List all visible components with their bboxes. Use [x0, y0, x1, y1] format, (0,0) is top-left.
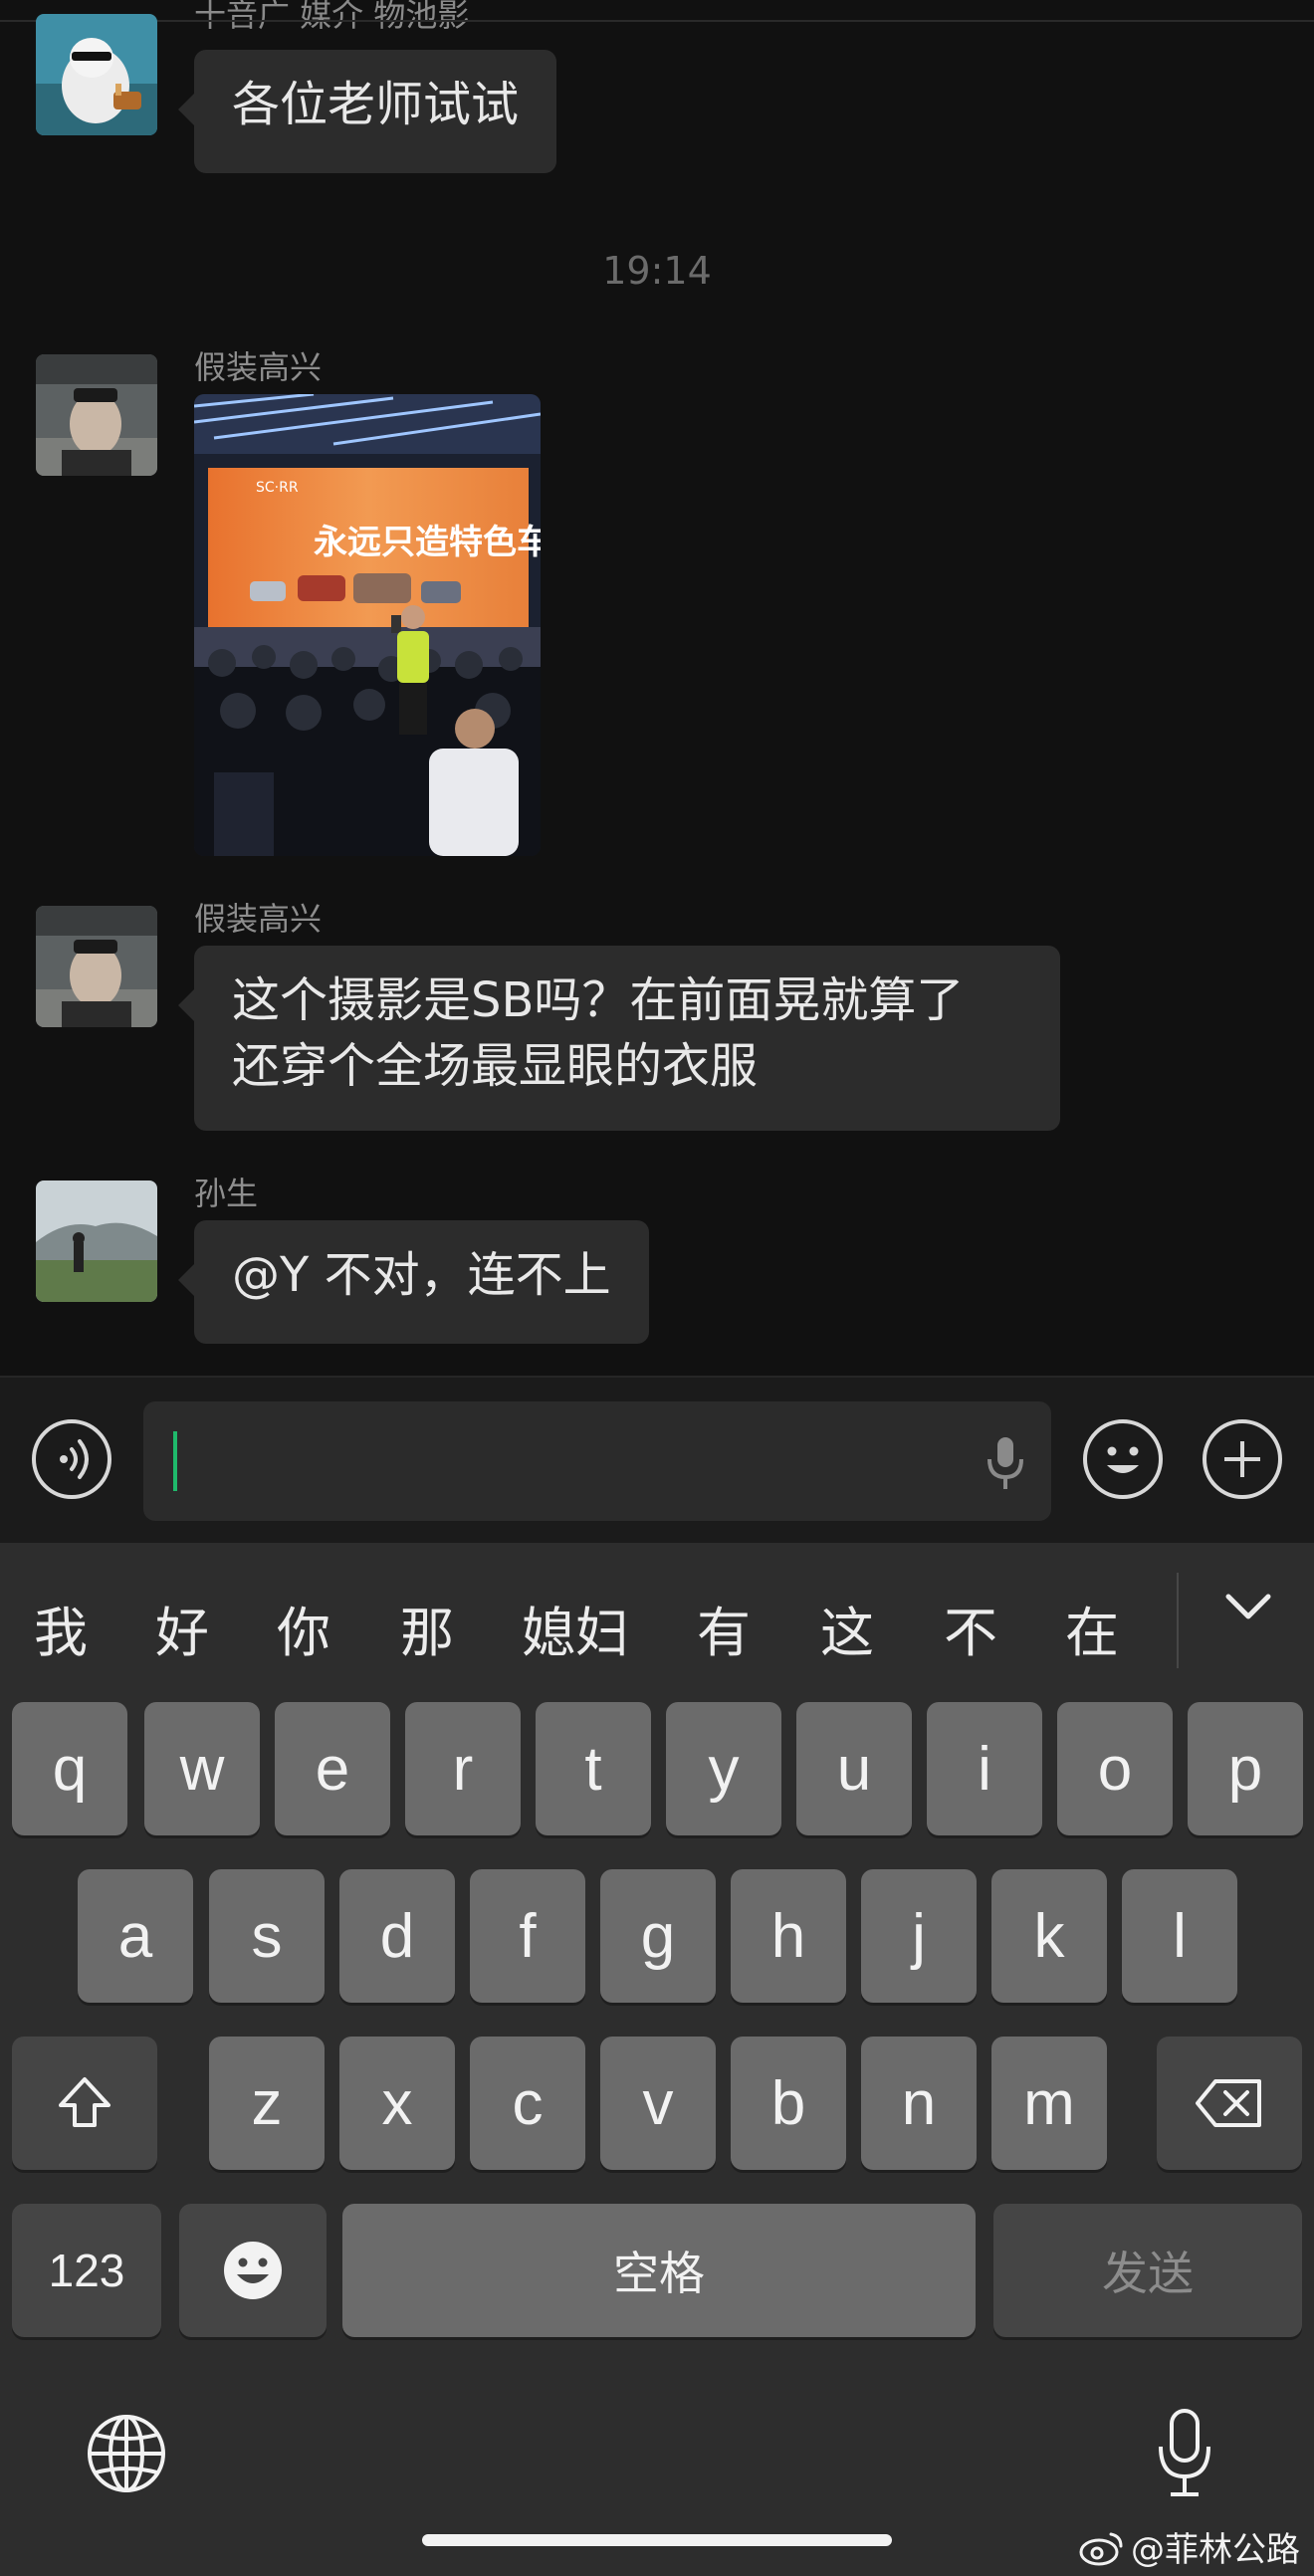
- candidate-word[interactable]: 那: [400, 1589, 454, 1667]
- message-bubble[interactable]: 这个摄影是SB吗？在前面晃就算了 还穿个全场最显眼的衣服: [178, 946, 1060, 1131]
- keyboard: 我 好 你 那 媳妇 有 这 不 在 q w e r t y u i o p a…: [0, 1543, 1314, 2576]
- key-j[interactable]: j: [861, 1869, 977, 2003]
- key-c[interactable]: c: [470, 2037, 585, 2170]
- weibo-icon: [1079, 2532, 1123, 2565]
- numbers-key[interactable]: 123: [12, 2204, 161, 2337]
- key-g[interactable]: g: [600, 1869, 716, 2003]
- key-o[interactable]: o: [1057, 1702, 1173, 1835]
- key-p[interactable]: p: [1188, 1702, 1303, 1835]
- avatar[interactable]: [36, 906, 157, 1027]
- photo-logo: SC·RR: [256, 480, 299, 496]
- key-r[interactable]: r: [405, 1702, 521, 1835]
- candidate-word[interactable]: 好: [155, 1589, 209, 1667]
- key-b[interactable]: b: [731, 2037, 846, 2170]
- key-m[interactable]: m: [991, 2037, 1107, 2170]
- key-k[interactable]: k: [991, 1869, 1107, 2003]
- key-f[interactable]: f: [470, 1869, 585, 2003]
- sender-name: 假装高兴: [194, 348, 323, 386]
- message-bubble[interactable]: @Y 不对，连不上: [178, 1220, 649, 1344]
- candidate-word[interactable]: 有: [697, 1589, 751, 1667]
- avatar[interactable]: [36, 1181, 157, 1302]
- send-key[interactable]: 发送: [993, 2204, 1302, 2337]
- key-v[interactable]: v: [600, 2037, 716, 2170]
- home-indicator[interactable]: [422, 2534, 892, 2546]
- timestamp: 19:14: [602, 249, 712, 293]
- input-bar: [0, 1376, 1314, 1545]
- key-e[interactable]: e: [275, 1702, 390, 1835]
- avatar[interactable]: [36, 14, 157, 135]
- candidate-word[interactable]: 不: [944, 1589, 997, 1667]
- chat-area[interactable]: 十音广 媒介 物池影 各位老师试试 19:14 假装高兴 SC·RR 永远只造特…: [0, 0, 1314, 1376]
- voice-mode-icon[interactable]: [32, 1419, 111, 1499]
- key-n[interactable]: n: [861, 2037, 977, 2170]
- text-cursor: [173, 1431, 177, 1491]
- message-input[interactable]: [143, 1401, 1051, 1521]
- key-t[interactable]: t: [536, 1702, 651, 1835]
- image-message[interactable]: SC·RR 永远只造特色车: [194, 394, 541, 856]
- globe-icon[interactable]: [86, 2413, 167, 2494]
- microphone-icon[interactable]: [986, 1435, 1025, 1491]
- emoji-icon[interactable]: [1083, 1419, 1163, 1499]
- backspace-icon: [1196, 2079, 1261, 2127]
- key-a[interactable]: a: [78, 1869, 193, 2003]
- candidate-divider: [1177, 1573, 1179, 1668]
- message-bubble[interactable]: 各位老师试试: [177, 50, 557, 173]
- candidate-word[interactable]: 这: [820, 1589, 874, 1667]
- key-i[interactable]: i: [927, 1702, 1042, 1835]
- candidate-word[interactable]: 在: [1065, 1589, 1119, 1667]
- candidate-word[interactable]: 你: [277, 1589, 330, 1667]
- backspace-key[interactable]: [1157, 2037, 1302, 2170]
- candidate-word[interactable]: 媳妇: [522, 1589, 629, 1667]
- key-x[interactable]: x: [339, 2037, 455, 2170]
- key-s[interactable]: s: [209, 1869, 325, 2003]
- chevron-down-icon[interactable]: [1218, 1587, 1278, 1626]
- key-z[interactable]: z: [209, 2037, 325, 2170]
- key-w[interactable]: w: [144, 1702, 260, 1835]
- photo-banner: 永远只造特色车: [314, 523, 541, 562]
- key-q[interactable]: q: [12, 1702, 127, 1835]
- emoji-key[interactable]: [179, 2204, 327, 2337]
- avatar[interactable]: [36, 354, 157, 476]
- microphone-icon[interactable]: [1155, 2407, 1214, 2498]
- key-y[interactable]: y: [666, 1702, 781, 1835]
- sender-name-cut: 十音广 媒介 物池影: [194, 0, 470, 34]
- watermark-text: @菲林公路: [1131, 2530, 1300, 2570]
- divider: [0, 20, 1314, 22]
- key-d[interactable]: d: [339, 1869, 455, 2003]
- shift-icon: [59, 2077, 110, 2127]
- sender-name: 孙生: [194, 1175, 259, 1212]
- candidate-word[interactable]: 我: [34, 1589, 88, 1667]
- key-u[interactable]: u: [796, 1702, 912, 1835]
- key-l[interactable]: l: [1122, 1869, 1237, 2003]
- watermark: @菲林公路: [1079, 2522, 1300, 2571]
- plus-icon[interactable]: [1203, 1419, 1282, 1499]
- space-key[interactable]: 空格: [342, 2204, 976, 2337]
- key-h[interactable]: h: [731, 1869, 846, 2003]
- sender-name: 假装高兴: [194, 900, 323, 938]
- emoji-icon: [224, 2242, 282, 2299]
- shift-key[interactable]: [12, 2037, 157, 2170]
